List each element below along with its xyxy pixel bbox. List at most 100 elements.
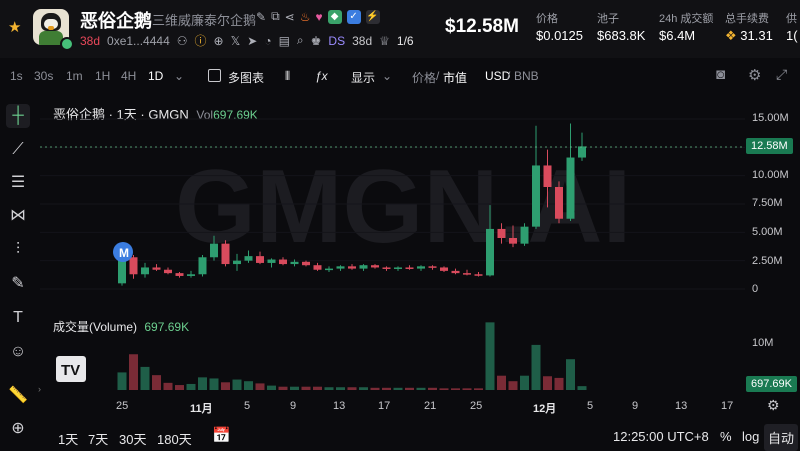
volume-bar xyxy=(290,386,299,390)
volume-bar xyxy=(336,387,345,390)
volume-bar xyxy=(554,377,564,390)
candle-body xyxy=(428,266,437,268)
candle-body xyxy=(152,267,161,270)
candle[interactable] xyxy=(187,270,195,278)
x-tick-nov-9: 9 xyxy=(290,400,297,412)
candle[interactable] xyxy=(451,268,460,275)
candle[interactable] xyxy=(164,267,172,275)
x-tick-dec-13: 13 xyxy=(675,400,688,412)
candle-body xyxy=(532,165,540,227)
candle-body xyxy=(175,273,184,276)
x-tick-dec-17: 17 xyxy=(721,400,734,412)
volume-bar xyxy=(244,381,253,390)
candle[interactable] xyxy=(555,181,563,224)
x-tick-nov-13: 13 xyxy=(333,400,346,412)
candle-body xyxy=(417,266,425,269)
candle-body xyxy=(267,259,276,263)
volume-bar xyxy=(428,387,437,390)
candle-body xyxy=(566,157,575,219)
candle[interactable] xyxy=(474,272,483,277)
candle-body xyxy=(210,243,218,258)
candle[interactable] xyxy=(325,266,333,272)
volume-bar xyxy=(117,372,127,390)
candle[interactable] xyxy=(440,266,448,272)
y-tick-5m: 5.00M xyxy=(752,226,783,238)
auto-scale-toggle[interactable]: 自动 xyxy=(764,424,799,451)
calendar-range-icon[interactable]: 📅 xyxy=(212,426,231,444)
candle-body xyxy=(520,226,529,244)
candle[interactable] xyxy=(532,125,540,229)
volume-bar xyxy=(324,387,334,390)
candle[interactable] xyxy=(336,265,345,271)
candle-body xyxy=(382,267,391,269)
candle[interactable] xyxy=(175,272,184,278)
volume-bar xyxy=(163,382,173,390)
volume-bar xyxy=(474,388,483,390)
candle[interactable] xyxy=(198,255,207,277)
candle[interactable] xyxy=(394,266,402,271)
candle-body xyxy=(187,274,195,276)
clock-time[interactable]: 12:25:00 UTC+8 xyxy=(613,429,709,444)
candle[interactable] xyxy=(382,266,391,271)
candle-body xyxy=(244,256,253,261)
volume-bar xyxy=(439,388,449,390)
candle-body xyxy=(290,261,299,265)
volume-bar xyxy=(129,354,138,390)
range-180d[interactable]: 180天 xyxy=(157,429,192,448)
candle-body xyxy=(463,273,471,275)
candle-body xyxy=(198,257,207,275)
volume-bar xyxy=(520,375,529,390)
candle[interactable] xyxy=(578,132,586,161)
volume-bar xyxy=(313,386,322,390)
candle-body xyxy=(440,267,448,271)
candle[interactable] xyxy=(221,240,230,267)
current-value-tag: 12.58M xyxy=(746,138,793,154)
volume-bar xyxy=(278,386,288,390)
candle[interactable] xyxy=(129,255,138,279)
candle[interactable] xyxy=(463,269,471,276)
bottom-bar: 1天 7天 30天 180天 📅 12:25:00 UTC+8 % log 自动 xyxy=(0,420,800,451)
range-30d[interactable]: 30天 xyxy=(119,429,146,448)
candle[interactable] xyxy=(428,265,437,270)
candle-body xyxy=(336,266,345,269)
candle-body xyxy=(578,146,586,158)
range-7d[interactable]: 7天 xyxy=(88,429,108,448)
candle-body xyxy=(221,243,230,265)
volume-bar xyxy=(508,381,518,390)
axis-settings-icon[interactable]: ⚙ xyxy=(767,397,780,414)
candlestick-chart[interactable]: GMGN.AI M TV xyxy=(0,0,800,451)
x-tick-nov-5: 5 xyxy=(244,400,251,412)
candle[interactable] xyxy=(152,264,161,271)
candle[interactable] xyxy=(141,262,149,278)
candle-body xyxy=(486,228,494,276)
candle[interactable] xyxy=(405,265,414,270)
volume-bar xyxy=(209,378,219,390)
volume-bar xyxy=(577,386,587,390)
candle[interactable] xyxy=(417,265,425,271)
log-toggle[interactable]: log xyxy=(742,429,759,444)
candle-body xyxy=(233,260,241,265)
volume-bar xyxy=(451,388,460,390)
candle[interactable] xyxy=(359,264,368,271)
candle-body xyxy=(451,270,460,274)
volume-bar xyxy=(152,375,161,390)
candle-body xyxy=(313,265,322,270)
volume-bar xyxy=(232,379,242,390)
candle-body xyxy=(129,257,138,275)
volume-bar xyxy=(566,359,575,390)
range-1d[interactable]: 1天 xyxy=(58,429,78,448)
y-tick-0: 0 xyxy=(752,283,759,295)
candle[interactable] xyxy=(566,123,575,221)
candle-body xyxy=(256,256,264,263)
y-tick-15m: 15.00M xyxy=(752,112,789,124)
volume-bar xyxy=(543,376,552,390)
volume-bar xyxy=(359,387,368,390)
candle-body xyxy=(394,267,402,269)
percent-toggle[interactable]: % xyxy=(720,429,732,444)
volume-bar xyxy=(416,387,426,390)
candle-body xyxy=(543,165,552,187)
candle-body xyxy=(279,259,287,265)
volume-bar xyxy=(497,375,506,390)
volume-value-tag: 697.69K xyxy=(746,376,797,392)
volume-bar xyxy=(255,383,265,390)
